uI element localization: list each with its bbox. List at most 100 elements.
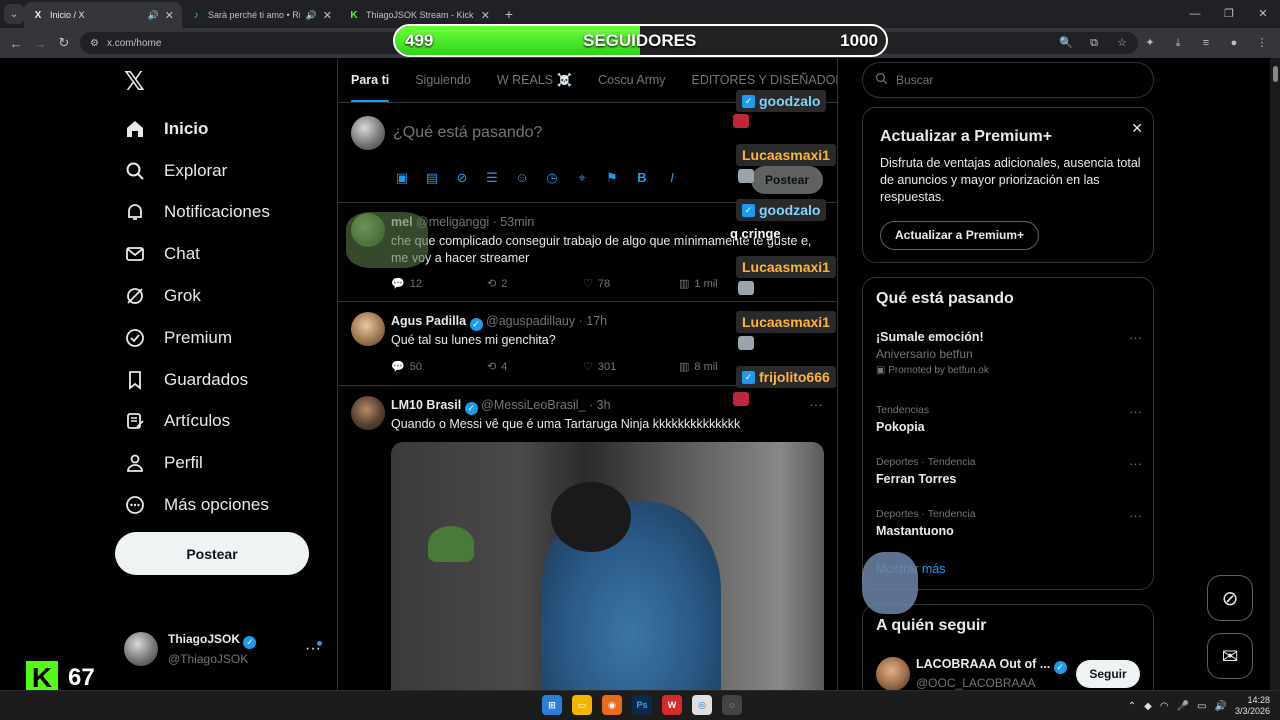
speaker-icon[interactable]: 🔊 (148, 10, 159, 21)
composer-input[interactable]: ¿Qué está pasando? (393, 124, 542, 142)
tab-coscu-army[interactable]: Coscu Army (585, 58, 678, 102)
repost-button[interactable]: ⟲ 4 (487, 360, 583, 374)
microphone-icon[interactable]: 🎤 (1177, 701, 1189, 712)
post-time[interactable]: 53min (500, 215, 534, 229)
nav-item-articulos[interactable]: Artículos (124, 401, 270, 443)
post-handle[interactable]: @aguspadillauy (486, 314, 575, 328)
close-icon[interactable]: ✕ (1131, 120, 1143, 137)
trend-item[interactable]: ¡Sumale emoción! Aniversario betfun ▣ Pr… (876, 330, 1142, 376)
speaker-icon[interactable]: 🔊 (306, 10, 317, 21)
reply-button[interactable]: 💬 12 (391, 277, 487, 291)
premium-upgrade-button[interactable]: Actualizar a Premium+ (880, 221, 1040, 250)
schedule-icon[interactable]: ◷ (543, 169, 561, 187)
tab-siguiendo[interactable]: Siguiendo (402, 58, 484, 102)
tray-app-icon[interactable]: ◆ (1144, 701, 1152, 712)
avatar[interactable] (351, 312, 385, 346)
volume-icon[interactable]: 🔊 (1215, 701, 1227, 712)
nav-item-guardados[interactable]: Guardados (124, 359, 270, 401)
tab-w-reals[interactable]: W REALS ☠️ (484, 58, 585, 102)
tab-list-button[interactable]: ⌄ (4, 4, 24, 24)
post-time[interactable]: 17h (586, 314, 607, 328)
close-tab-icon[interactable]: ✕ (165, 9, 174, 22)
x-logo-icon[interactable]: 𝕏 (124, 68, 150, 94)
download-icon[interactable]: ⤓ (1168, 32, 1188, 54)
trend-more-icon[interactable]: ··· (1129, 508, 1142, 523)
follow-button[interactable]: Seguir (1076, 660, 1140, 688)
wps-icon[interactable]: W (662, 695, 682, 715)
obs-icon[interactable]: ◌ (722, 695, 742, 715)
tray-chevron-icon[interactable]: ⌃ (1128, 701, 1136, 712)
post-video[interactable] (391, 442, 824, 702)
close-tab-icon[interactable]: ✕ (323, 9, 332, 22)
file-explorer-icon[interactable]: ▭ (572, 695, 592, 715)
reply-button[interactable]: 💬 50 (391, 360, 487, 374)
windows-start-icon[interactable]: ⊞ (542, 695, 562, 715)
chrome-icon[interactable]: ◎ (692, 695, 712, 715)
flag-icon[interactable]: ⚑ (603, 169, 621, 187)
post-more-icon[interactable]: ··· (809, 396, 823, 412)
repost-button[interactable]: ⟲ 2 (487, 277, 583, 291)
clock[interactable]: 14:28 3/3/2026 (1235, 695, 1270, 717)
bookmark-star-icon[interactable]: ☆ (1112, 32, 1132, 54)
tab-para-ti[interactable]: Para ti (338, 58, 402, 102)
wifi-icon[interactable]: ◠ (1160, 701, 1169, 712)
tab-search-icon[interactable]: ≡ (1196, 32, 1216, 54)
extensions-icon[interactable]: ✦ (1140, 32, 1160, 54)
display-icon[interactable]: ▭ (1197, 701, 1206, 712)
messages-fab-icon[interactable]: ✉ (1207, 633, 1253, 679)
grok-fab-icon[interactable]: ⊘ (1207, 575, 1253, 621)
nav-item-premium[interactable]: Premium (124, 317, 270, 359)
back-icon[interactable]: ← (4, 36, 28, 51)
trend-more-icon[interactable]: ··· (1129, 330, 1142, 345)
account-switcher[interactable]: ThiagoJSOK ✓ @ThiagoJSOK (124, 632, 257, 666)
page-scrollbar[interactable] (1270, 58, 1280, 690)
gif-icon[interactable]: ▤ (423, 169, 441, 187)
nav-item-chat[interactable]: Chat (124, 233, 270, 275)
grok-icon[interactable]: ⊘ (453, 169, 471, 187)
emoji-icon[interactable]: ☺ (513, 169, 531, 187)
poll-icon[interactable]: ☰ (483, 169, 501, 187)
nav-item-perfil[interactable]: Perfil (124, 442, 270, 484)
profile-icon[interactable]: ● (1224, 32, 1244, 54)
close-tab-icon[interactable]: ✕ (481, 9, 490, 22)
menu-icon[interactable]: ⋮ (1252, 32, 1272, 54)
post-time[interactable]: 3h (597, 398, 611, 412)
trend-item[interactable]: Deportes · Tendencia Mastantuono ··· (876, 508, 1142, 538)
nav-item-inicio[interactable]: Inicio (124, 108, 270, 150)
like-button[interactable]: ♡ 301 (583, 360, 679, 374)
trend-item[interactable]: Deportes · Tendencia Ferran Torres ··· (876, 456, 1142, 486)
scrollbar-thumb[interactable] (1273, 66, 1278, 82)
close-window-icon[interactable]: ✕ (1246, 0, 1280, 28)
views-button[interactable]: ▥ 1 mil (679, 277, 775, 291)
italic-icon[interactable]: I (663, 169, 681, 187)
browser-tab-music[interactable]: ♪ Sarà perché ti amo • Ricchi 🔊 ✕ (182, 2, 340, 28)
avatar[interactable] (876, 657, 910, 691)
forward-icon[interactable]: → (28, 36, 52, 51)
avatar[interactable] (351, 396, 385, 430)
search-input[interactable]: Buscar (862, 62, 1154, 98)
image-icon[interactable]: ▣ (393, 169, 411, 187)
post-author[interactable]: Agus Padilla (391, 314, 466, 328)
trend-more-icon[interactable]: ··· (1129, 456, 1142, 471)
like-button[interactable]: ♡ 78 (583, 277, 679, 291)
nav-item-mas-opciones[interactable]: Más opciones (124, 484, 270, 526)
new-tab-icon[interactable]: + (498, 6, 520, 22)
post-author[interactable]: LM10 Brasil (391, 398, 461, 412)
browser-tab-x[interactable]: X Inicio / X 🔊 ✕ (24, 2, 182, 28)
suggested-user-name[interactable]: LACOBRAAA Out of ... (916, 657, 1050, 671)
reload-icon[interactable]: ↻ (52, 35, 76, 51)
composer-post-button[interactable]: Postear (751, 166, 823, 194)
restore-icon[interactable]: ❐ (1212, 0, 1246, 28)
nav-item-explorar[interactable]: Explorar (124, 150, 270, 192)
location-icon[interactable]: ⌖ (573, 169, 591, 187)
photoshop-icon[interactable]: Ps (632, 695, 652, 715)
trend-item[interactable]: Tendencias Pokopia ··· (876, 404, 1142, 434)
blender-icon[interactable]: ◉ (602, 695, 622, 715)
nav-item-notificaciones[interactable]: Notificaciones (124, 192, 270, 234)
site-info-icon[interactable]: ⚙ (90, 38, 99, 49)
trend-more-icon[interactable]: ··· (1129, 404, 1142, 419)
zoom-icon[interactable]: 🔍 (1056, 32, 1076, 54)
post[interactable]: LM10 Brasil ✓ @MessiLeoBrasil_ · 3h ··· … (338, 386, 837, 702)
minimize-icon[interactable]: — (1178, 0, 1212, 28)
cast-icon[interactable]: ⧉ (1084, 32, 1104, 54)
